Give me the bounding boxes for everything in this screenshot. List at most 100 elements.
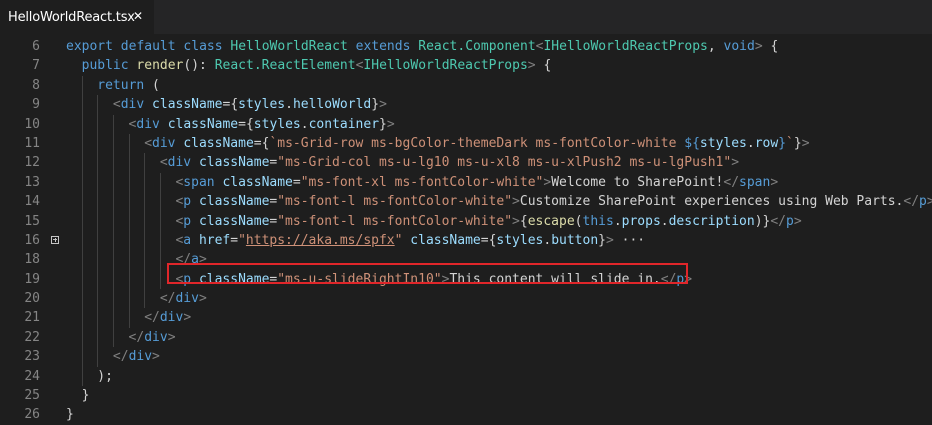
line-content: </div> [160, 289, 207, 308]
indent-guide [112, 269, 114, 290]
code-token: > [793, 213, 802, 229]
code-line: 19 <p className="ms-u-slideRightIn10">Thi… [0, 269, 932, 290]
code-token: > [731, 155, 740, 171]
code-token: . [300, 116, 309, 132]
line-number: 26 [24, 407, 40, 423]
code-token: = [292, 174, 301, 190]
line-number: 13 [24, 174, 40, 190]
code-token: export [66, 39, 113, 54]
indent-guide [128, 211, 130, 231]
indent-guide [159, 250, 161, 270]
code-token: ( [144, 77, 160, 93]
code-token: className [183, 135, 254, 151]
code-area[interactable]: 6 export default class HelloWorldReact ex… [0, 37, 932, 425]
indent-guide [97, 250, 99, 270]
code-token: { [762, 39, 779, 54]
line-content: <div className={`ms-Grid-row ms-bgColor-… [144, 134, 809, 153]
line-number: 20 [24, 291, 40, 307]
indent-guide [81, 230, 83, 251]
line-content: <div className={styles.helloWorld}> [113, 95, 387, 114]
code-token: ={ [253, 135, 270, 151]
indent-guide [97, 172, 99, 193]
code-token: </ [903, 194, 920, 210]
line-number: 15 [24, 213, 40, 229]
code-token: > [379, 97, 387, 113]
indent-guide [81, 172, 83, 193]
plus-square-icon[interactable] [51, 235, 59, 244]
close-icon[interactable]: ✕ [131, 9, 145, 23]
code-token: className [198, 271, 270, 287]
code-token: p [919, 194, 927, 210]
code-token: </ [770, 213, 787, 229]
code-token: < [159, 155, 168, 171]
code-token: </ [660, 271, 677, 287]
code-token: styles [496, 232, 544, 248]
line-number: 11 [24, 135, 40, 151]
code-token: </ [128, 329, 145, 345]
line-content: public render(): React.ReactElement<IHel… [82, 56, 552, 75]
line-content: <a href="https://aka.ms/spfx" className=… [175, 231, 645, 250]
indent-guide [97, 114, 99, 134]
code-token: ={ [238, 116, 254, 132]
indent-guide [97, 347, 99, 367]
line-content: <p className="ms-font-l ms-fontColor-whi… [175, 212, 801, 231]
code-token: class [183, 39, 223, 54]
code-token: > [606, 232, 614, 248]
indent-guide [144, 153, 146, 173]
line-content: <span className="ms-font-xl ms-fontColor… [175, 173, 778, 192]
code-token: > [512, 194, 520, 210]
line-number: 16 [24, 232, 40, 248]
tab-hello-world-react[interactable]: HelloWorldReact.tsx ✕ [0, 0, 154, 34]
code-token: > [198, 291, 207, 307]
code-token: </ [112, 349, 129, 365]
code-line: 6 export default class HelloWorldReact ex… [0, 37, 932, 56]
code-line: 21 </div> [0, 308, 932, 328]
code-token: ( [574, 213, 583, 229]
code-token: "ms-font-xl ms-fontColor-white" [300, 174, 544, 190]
code-line: 12 <div className="ms-Grid-col ms-u-lg10 … [0, 153, 932, 173]
line-content: } [66, 405, 74, 424]
indent-guide [128, 192, 130, 212]
code-token: HelloWorldReact [230, 39, 348, 54]
code-token: > [527, 58, 536, 74]
code-token: . [285, 97, 293, 113]
line-content: </a> [175, 250, 206, 269]
code-token: React.ReactElement [214, 58, 356, 74]
line-number: 6 [32, 39, 40, 54]
indent-guide [144, 172, 146, 193]
code-token: className [167, 116, 239, 132]
indent-guide [128, 289, 130, 309]
code-token: > [801, 135, 810, 151]
line-number: 10 [24, 116, 40, 132]
code-token: className [152, 97, 223, 113]
code-token: " [238, 232, 246, 248]
indent-guide [97, 230, 99, 251]
code-token: p [183, 194, 192, 210]
code-line: 10 <div className={styles.container}> [0, 114, 932, 134]
indent-guide [128, 153, 130, 173]
indent-guide [159, 211, 161, 231]
code-token: render [136, 58, 184, 74]
indent-guide [97, 133, 99, 154]
code-token: p [183, 213, 192, 229]
code-token: className [222, 174, 293, 190]
code-line: 7 public render(): React.ReactElement<IHe… [0, 56, 932, 75]
code-token: props [621, 213, 661, 229]
code-token: . [660, 213, 669, 229]
indent-guide [128, 269, 130, 290]
code-token: < [112, 97, 121, 113]
code-editor[interactable]: HelloWorldReact.tsx ✕ 6 export default cl… [0, 0, 932, 422]
indent-guide [97, 95, 99, 115]
code-token: a [183, 232, 192, 248]
code-token: this [582, 213, 614, 229]
code-token: span [183, 174, 215, 190]
code-token: > [926, 194, 932, 210]
code-token: ` [786, 135, 794, 151]
indent-guide [81, 133, 83, 154]
code-token: > [167, 329, 176, 345]
line-content: export default class HelloWorldReact ext… [66, 37, 778, 56]
code-token: div [175, 291, 199, 307]
indent-guide [97, 269, 99, 290]
